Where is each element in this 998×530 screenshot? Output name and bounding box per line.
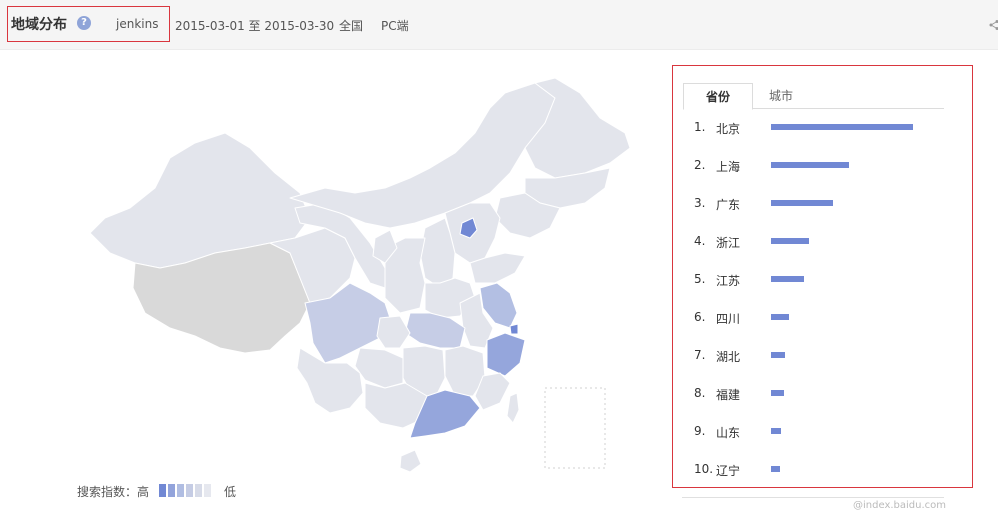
rank-region-name: 江苏: [716, 274, 741, 288]
south-china-sea-inset: [544, 387, 606, 469]
rank-region-name: 四川: [716, 312, 741, 326]
map-region-shanghai[interactable]: [509, 323, 519, 335]
rank-region-name: 辽宁: [716, 464, 741, 478]
device-filter[interactable]: PC端: [381, 17, 409, 34]
region-filter[interactable]: 全国: [339, 17, 363, 34]
map-region-guizhou[interactable]: [354, 347, 404, 389]
legend-low-label: 低: [224, 485, 237, 499]
rank-bar: [771, 238, 809, 244]
map-region-zhejiang[interactable]: [486, 332, 526, 377]
legend-swatch: [204, 484, 211, 497]
rank-region-name: 北京: [716, 122, 741, 136]
date-range[interactable]: 2015-03-01 至 2015-03-30: [175, 17, 334, 34]
rank-region-name: 山东: [716, 426, 741, 440]
rank-bar: [771, 124, 913, 130]
ranking-row[interactable]: 10. 辽宁: [673, 460, 973, 480]
rank-number: 4.: [694, 234, 706, 248]
rank-number: 8.: [694, 386, 706, 400]
ranking-row[interactable]: 8. 福建: [673, 384, 973, 404]
rank-bar: [771, 200, 833, 206]
legend-swatch: [177, 484, 184, 497]
rank-number: 9.: [694, 424, 706, 438]
share-icon[interactable]: [989, 20, 998, 30]
map-region-taiwan[interactable]: [506, 392, 520, 424]
map-region-chongqing[interactable]: [376, 315, 411, 349]
rank-region-name: 湖北: [716, 350, 741, 364]
ranking-panel: 省份 城市 1. 北京 2. 上海 3. 广东 4. 浙江 5. 江苏 6. 四川 7. 湖北 8. 福建 9.…: [672, 65, 973, 488]
ranking-row[interactable]: 3. 广东: [673, 194, 973, 214]
legend-swatches: [159, 484, 211, 497]
rank-number: 5.: [694, 272, 706, 286]
rank-number: 7.: [694, 348, 706, 362]
rank-bar: [771, 162, 849, 168]
tab-city[interactable]: 城市: [761, 83, 801, 109]
rank-region-name: 浙江: [716, 236, 741, 250]
ranking-row[interactable]: 9. 山东: [673, 422, 973, 442]
ranking-row[interactable]: 2. 上海: [673, 156, 973, 176]
legend-swatch: [168, 484, 175, 497]
tab-bar: 省份 城市: [683, 83, 944, 110]
watermark: @index.baidu.com: [853, 500, 947, 511]
tab-province[interactable]: 省份: [683, 83, 753, 110]
rank-bar: [771, 428, 781, 434]
question-icon[interactable]: ?: [77, 16, 91, 30]
rank-region-name: 广东: [716, 198, 741, 212]
page-title: 地域分布: [11, 17, 67, 33]
ranking-row[interactable]: 1. 北京: [673, 118, 973, 138]
china-map: [89, 78, 631, 473]
legend-swatch: [159, 484, 166, 497]
ranking-row[interactable]: 4. 浙江: [673, 232, 973, 252]
rank-region-name: 福建: [716, 388, 741, 402]
legend-swatch: [186, 484, 193, 497]
keyword-label: jenkins: [116, 17, 159, 31]
ranking-row[interactable]: 6. 四川: [673, 308, 973, 328]
rank-bar: [771, 352, 785, 358]
rank-bar: [771, 466, 780, 472]
ranking-row[interactable]: 5. 江苏: [673, 270, 973, 290]
rank-number: 10.: [694, 462, 714, 476]
legend-label: 搜索指数：: [77, 485, 138, 499]
ranking-row[interactable]: 7. 湖北: [673, 346, 973, 366]
rank-bar: [771, 390, 784, 396]
rank-region-name: 上海: [716, 160, 741, 174]
rank-number: 3.: [694, 196, 706, 210]
rank-number: 1.: [694, 120, 706, 134]
footer-divider: [682, 497, 944, 498]
legend-swatch: [195, 484, 202, 497]
rank-bar: [771, 276, 804, 282]
header-bar: 地域分布 ? jenkins 2015-03-01 至 2015-03-30 全…: [0, 0, 998, 50]
legend-high-label: 高: [137, 485, 150, 499]
rank-bar: [771, 314, 789, 320]
rank-number: 2.: [694, 158, 706, 172]
map-region-hainan[interactable]: [399, 449, 422, 473]
rank-number: 6.: [694, 310, 706, 324]
map-region-hubei[interactable]: [404, 312, 466, 349]
